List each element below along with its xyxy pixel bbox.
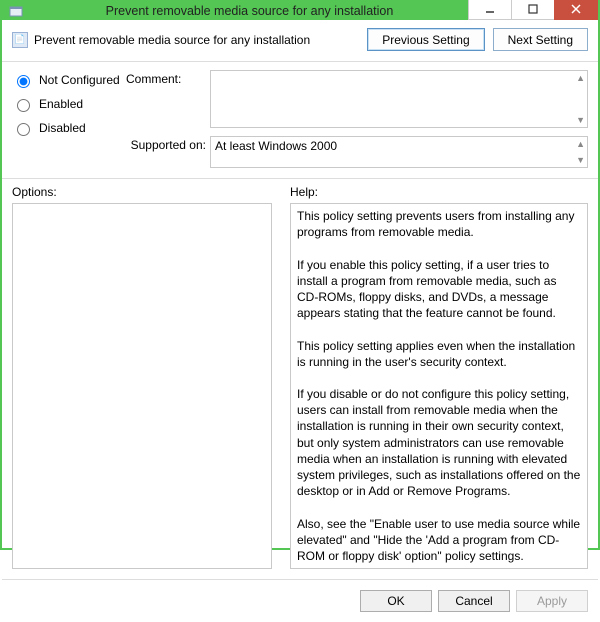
- policy-title: Prevent removable media source for any i…: [34, 33, 310, 47]
- cancel-button[interactable]: Cancel: [438, 590, 510, 612]
- radio-disabled-label: Disabled: [39, 121, 86, 135]
- radio-disabled-input[interactable]: [17, 123, 30, 136]
- radio-disabled[interactable]: Disabled: [12, 120, 122, 136]
- comment-label: Comment:: [126, 70, 206, 86]
- radio-enabled-input[interactable]: [17, 99, 30, 112]
- supported-scroll-icons: ▲▼: [576, 139, 585, 165]
- policy-icon: 📄: [12, 32, 28, 48]
- radio-not-configured-input[interactable]: [17, 75, 30, 88]
- divider-2: [2, 178, 598, 179]
- apply-button: Apply: [516, 590, 588, 612]
- supported-on-field: At least Windows 2000: [211, 137, 587, 167]
- header-row: 📄 Prevent removable media source for any…: [12, 28, 588, 61]
- next-setting-button[interactable]: Next Setting: [493, 28, 588, 51]
- lower-panel: Options: Help: This policy setting preve…: [12, 185, 588, 569]
- options-panel[interactable]: [12, 203, 272, 569]
- divider: [2, 61, 598, 62]
- titlebar[interactable]: Prevent removable media source for any i…: [2, 2, 598, 20]
- help-label: Help:: [290, 185, 588, 199]
- content-area: 📄 Prevent removable media source for any…: [2, 20, 598, 579]
- window-icon: [8, 3, 24, 19]
- minimize-button[interactable]: [468, 0, 512, 20]
- radio-not-configured-label: Not Configured: [39, 73, 120, 87]
- close-button[interactable]: [554, 0, 598, 20]
- radio-enabled-label: Enabled: [39, 97, 83, 111]
- supported-on-field-wrap: At least Windows 2000 ▲▼: [210, 136, 588, 168]
- upper-panel: Not Configured Enabled Disabled Comment:…: [12, 70, 588, 168]
- help-panel[interactable]: This policy setting prevents users from …: [290, 203, 588, 569]
- options-label: Options:: [12, 185, 272, 199]
- comment-scroll-icons: ▲▼: [576, 73, 585, 125]
- previous-setting-button[interactable]: Previous Setting: [367, 28, 484, 51]
- window-title: Prevent removable media source for any i…: [30, 4, 469, 18]
- ok-button[interactable]: OK: [360, 590, 432, 612]
- radio-not-configured[interactable]: Not Configured: [12, 72, 122, 88]
- state-radios: Not Configured Enabled Disabled: [12, 70, 122, 136]
- window-controls: [469, 2, 598, 20]
- comment-field-wrap: ▲▼: [210, 70, 588, 128]
- maximize-button[interactable]: [511, 0, 555, 20]
- footer-buttons: OK Cancel Apply: [2, 579, 598, 622]
- supported-on-label: Supported on:: [126, 136, 206, 152]
- window-frame: Prevent removable media source for any i…: [0, 0, 600, 550]
- radio-enabled[interactable]: Enabled: [12, 96, 122, 112]
- comment-field[interactable]: [211, 71, 587, 127]
